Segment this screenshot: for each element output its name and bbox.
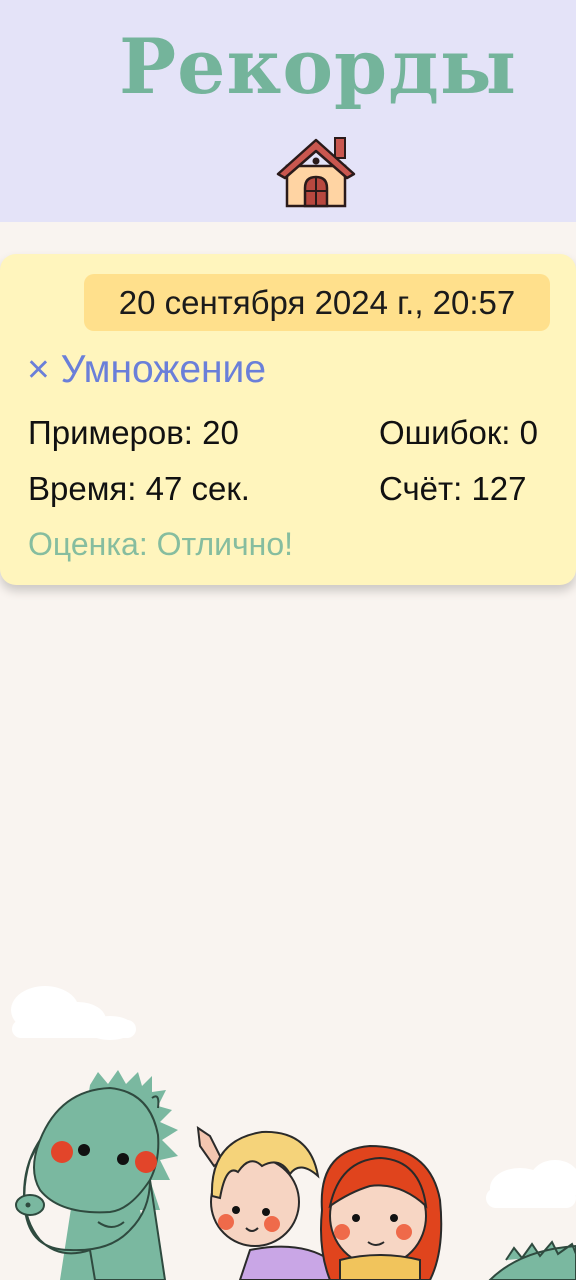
record-grade: Оценка: Отлично! <box>28 526 294 562</box>
record-examples: Примеров: 20 <box>28 414 239 451</box>
header: Рекорды <box>0 0 576 222</box>
record-score: Счёт: 127 <box>379 470 527 507</box>
record-time: Время: 47 сек. <box>28 470 250 507</box>
record-errors: Ошибок: 0 <box>379 414 538 451</box>
girl <box>320 1144 443 1280</box>
record-date: 20 сентября 2024 г., 20:57 <box>84 274 550 331</box>
cloud-right <box>486 1160 576 1208</box>
page-title: Рекорды <box>118 22 518 111</box>
record-operation: × Умножение <box>27 348 267 391</box>
house-icon[interactable] <box>275 134 359 210</box>
cloud-left <box>11 986 136 1040</box>
dragon-tail-right <box>488 1240 576 1280</box>
record-card: 20 сентября 2024 г., 20:57 × Умножение П… <box>0 254 576 585</box>
boy <box>196 1125 331 1280</box>
dragon <box>15 1070 178 1280</box>
dragon-kids-illustration <box>11 986 576 1280</box>
